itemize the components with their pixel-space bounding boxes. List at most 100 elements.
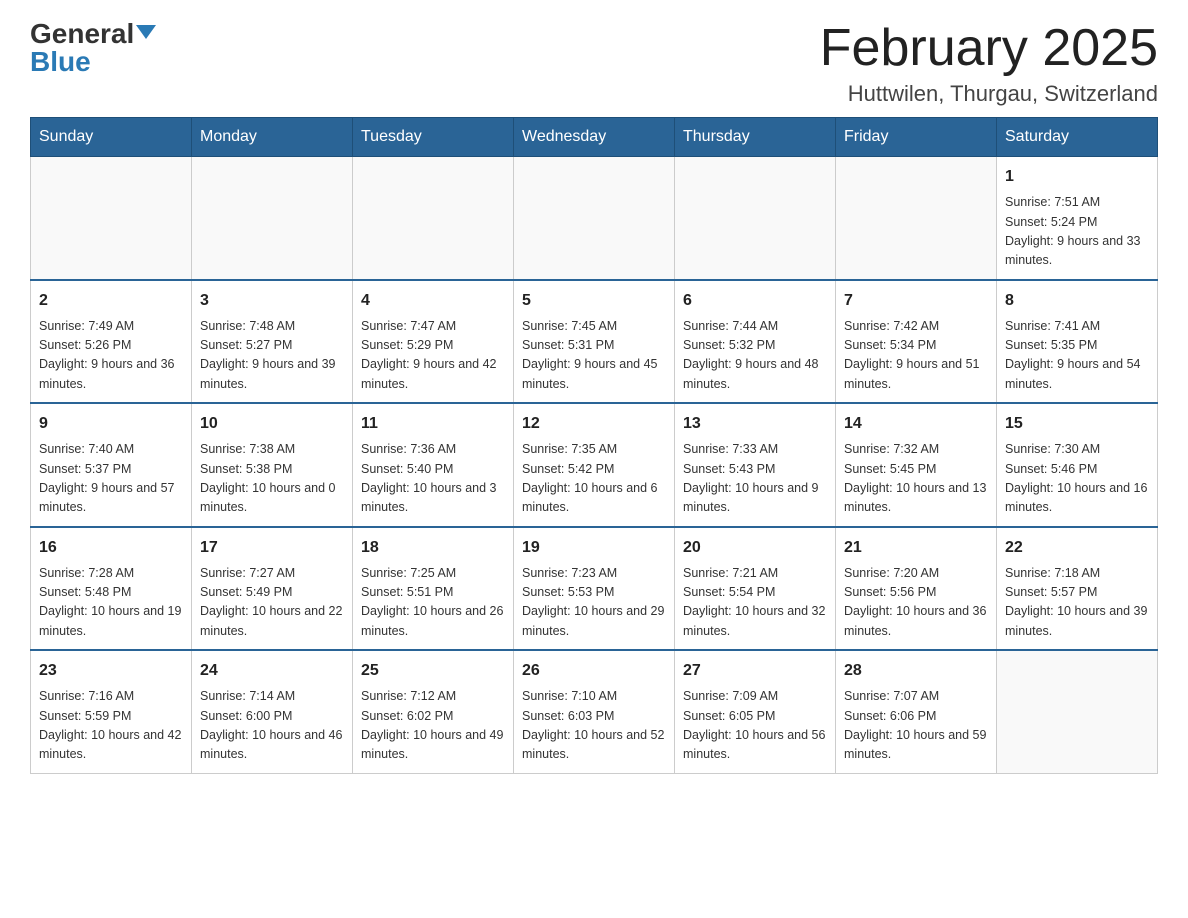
day-info: Sunrise: 7:30 AM Sunset: 5:46 PM Dayligh…: [1005, 440, 1149, 518]
calendar-cell: [353, 157, 514, 280]
column-header-friday: Friday: [836, 118, 997, 157]
day-number: 18: [361, 536, 505, 560]
calendar-cell: 10 Sunrise: 7:38 AM Sunset: 5:38 PM Dayli…: [192, 403, 353, 527]
day-info: Sunrise: 7:40 AM Sunset: 5:37 PM Dayligh…: [39, 440, 183, 518]
day-number: 6: [683, 289, 827, 313]
day-number: 20: [683, 536, 827, 560]
calendar-cell: 8 Sunrise: 7:41 AM Sunset: 5:35 PM Daylig…: [997, 280, 1158, 404]
day-info: Sunrise: 7:32 AM Sunset: 5:45 PM Dayligh…: [844, 440, 988, 518]
day-info: Sunrise: 7:16 AM Sunset: 5:59 PM Dayligh…: [39, 687, 183, 765]
day-info: Sunrise: 7:41 AM Sunset: 5:35 PM Dayligh…: [1005, 317, 1149, 395]
day-number: 25: [361, 659, 505, 683]
day-number: 22: [1005, 536, 1149, 560]
calendar-cell: 14 Sunrise: 7:32 AM Sunset: 5:45 PM Dayli…: [836, 403, 997, 527]
day-info: Sunrise: 7:49 AM Sunset: 5:26 PM Dayligh…: [39, 317, 183, 395]
day-info: Sunrise: 7:10 AM Sunset: 6:03 PM Dayligh…: [522, 687, 666, 765]
day-number: 21: [844, 536, 988, 560]
calendar-table: SundayMondayTuesdayWednesdayThursdayFrid…: [30, 117, 1158, 774]
title-section: February 2025 Huttwilen, Thurgau, Switze…: [820, 20, 1158, 107]
day-info: Sunrise: 7:48 AM Sunset: 5:27 PM Dayligh…: [200, 317, 344, 395]
day-number: 17: [200, 536, 344, 560]
day-number: 8: [1005, 289, 1149, 313]
day-info: Sunrise: 7:44 AM Sunset: 5:32 PM Dayligh…: [683, 317, 827, 395]
column-header-thursday: Thursday: [675, 118, 836, 157]
calendar-week-3: 9 Sunrise: 7:40 AM Sunset: 5:37 PM Daylig…: [31, 403, 1158, 527]
logo-blue-text: Blue: [30, 48, 91, 76]
calendar-cell: 11 Sunrise: 7:36 AM Sunset: 5:40 PM Dayli…: [353, 403, 514, 527]
calendar-cell: 1 Sunrise: 7:51 AM Sunset: 5:24 PM Daylig…: [997, 157, 1158, 280]
logo-arrow-icon: [136, 25, 156, 39]
day-info: Sunrise: 7:28 AM Sunset: 5:48 PM Dayligh…: [39, 564, 183, 642]
calendar-cell: 22Sunrise: 7:18 AM Sunset: 5:57 PM Dayli…: [997, 527, 1158, 651]
calendar-cell: 20 Sunrise: 7:21 AM Sunset: 5:54 PM Dayli…: [675, 527, 836, 651]
calendar-cell: 7Sunrise: 7:42 AM Sunset: 5:34 PM Daylig…: [836, 280, 997, 404]
day-number: 12: [522, 412, 666, 436]
day-info: Sunrise: 7:25 AM Sunset: 5:51 PM Dayligh…: [361, 564, 505, 642]
day-number: 7: [844, 289, 988, 313]
day-number: 1: [1005, 165, 1149, 189]
calendar-cell: 3 Sunrise: 7:48 AM Sunset: 5:27 PM Daylig…: [192, 280, 353, 404]
day-info: Sunrise: 7:51 AM Sunset: 5:24 PM Dayligh…: [1005, 193, 1149, 271]
day-number: 23: [39, 659, 183, 683]
day-number: 4: [361, 289, 505, 313]
day-info: Sunrise: 7:20 AM Sunset: 5:56 PM Dayligh…: [844, 564, 988, 642]
calendar-cell: 5Sunrise: 7:45 AM Sunset: 5:31 PM Daylig…: [514, 280, 675, 404]
calendar-cell: [997, 650, 1158, 773]
day-number: 2: [39, 289, 183, 313]
day-number: 16: [39, 536, 183, 560]
calendar-cell: 21 Sunrise: 7:20 AM Sunset: 5:56 PM Dayli…: [836, 527, 997, 651]
column-header-tuesday: Tuesday: [353, 118, 514, 157]
calendar-cell: 28 Sunrise: 7:07 AM Sunset: 6:06 PM Dayli…: [836, 650, 997, 773]
day-number: 11: [361, 412, 505, 436]
day-number: 24: [200, 659, 344, 683]
day-info: Sunrise: 7:45 AM Sunset: 5:31 PM Dayligh…: [522, 317, 666, 395]
calendar-cell: 4 Sunrise: 7:47 AM Sunset: 5:29 PM Daylig…: [353, 280, 514, 404]
calendar-header-row: SundayMondayTuesdayWednesdayThursdayFrid…: [31, 118, 1158, 157]
logo-general-text: General: [30, 20, 134, 48]
calendar-cell: 6 Sunrise: 7:44 AM Sunset: 5:32 PM Daylig…: [675, 280, 836, 404]
day-number: 10: [200, 412, 344, 436]
day-info: Sunrise: 7:07 AM Sunset: 6:06 PM Dayligh…: [844, 687, 988, 765]
calendar-week-4: 16 Sunrise: 7:28 AM Sunset: 5:48 PM Dayli…: [31, 527, 1158, 651]
day-number: 13: [683, 412, 827, 436]
calendar-week-5: 23 Sunrise: 7:16 AM Sunset: 5:59 PM Dayli…: [31, 650, 1158, 773]
calendar-cell: [836, 157, 997, 280]
calendar-cell: [675, 157, 836, 280]
day-info: Sunrise: 7:38 AM Sunset: 5:38 PM Dayligh…: [200, 440, 344, 518]
day-number: 14: [844, 412, 988, 436]
day-info: Sunrise: 7:35 AM Sunset: 5:42 PM Dayligh…: [522, 440, 666, 518]
calendar-cell: 2 Sunrise: 7:49 AM Sunset: 5:26 PM Daylig…: [31, 280, 192, 404]
location-text: Huttwilen, Thurgau, Switzerland: [820, 81, 1158, 107]
day-number: 26: [522, 659, 666, 683]
day-number: 3: [200, 289, 344, 313]
logo: General Blue: [30, 20, 156, 76]
column-header-sunday: Sunday: [31, 118, 192, 157]
calendar-cell: 26 Sunrise: 7:10 AM Sunset: 6:03 PM Dayli…: [514, 650, 675, 773]
day-info: Sunrise: 7:23 AM Sunset: 5:53 PM Dayligh…: [522, 564, 666, 642]
calendar-cell: 23 Sunrise: 7:16 AM Sunset: 5:59 PM Dayli…: [31, 650, 192, 773]
calendar-cell: [514, 157, 675, 280]
calendar-cell: 18 Sunrise: 7:25 AM Sunset: 5:51 PM Dayli…: [353, 527, 514, 651]
day-number: 9: [39, 412, 183, 436]
day-number: 28: [844, 659, 988, 683]
column-header-wednesday: Wednesday: [514, 118, 675, 157]
column-header-saturday: Saturday: [997, 118, 1158, 157]
column-header-monday: Monday: [192, 118, 353, 157]
calendar-cell: 12 Sunrise: 7:35 AM Sunset: 5:42 PM Dayli…: [514, 403, 675, 527]
day-info: Sunrise: 7:14 AM Sunset: 6:00 PM Dayligh…: [200, 687, 344, 765]
day-info: Sunrise: 7:21 AM Sunset: 5:54 PM Dayligh…: [683, 564, 827, 642]
month-title: February 2025: [820, 20, 1158, 77]
day-info: Sunrise: 7:12 AM Sunset: 6:02 PM Dayligh…: [361, 687, 505, 765]
day-info: Sunrise: 7:09 AM Sunset: 6:05 PM Dayligh…: [683, 687, 827, 765]
day-info: Sunrise: 7:47 AM Sunset: 5:29 PM Dayligh…: [361, 317, 505, 395]
calendar-cell: 27 Sunrise: 7:09 AM Sunset: 6:05 PM Dayli…: [675, 650, 836, 773]
calendar-cell: 24 Sunrise: 7:14 AM Sunset: 6:00 PM Dayli…: [192, 650, 353, 773]
day-number: 15: [1005, 412, 1149, 436]
day-info: Sunrise: 7:36 AM Sunset: 5:40 PM Dayligh…: [361, 440, 505, 518]
day-number: 27: [683, 659, 827, 683]
calendar-week-1: 1 Sunrise: 7:51 AM Sunset: 5:24 PM Daylig…: [31, 157, 1158, 280]
day-info: Sunrise: 7:33 AM Sunset: 5:43 PM Dayligh…: [683, 440, 827, 518]
calendar-week-2: 2 Sunrise: 7:49 AM Sunset: 5:26 PM Daylig…: [31, 280, 1158, 404]
calendar-cell: 17Sunrise: 7:27 AM Sunset: 5:49 PM Dayli…: [192, 527, 353, 651]
calendar-cell: [31, 157, 192, 280]
